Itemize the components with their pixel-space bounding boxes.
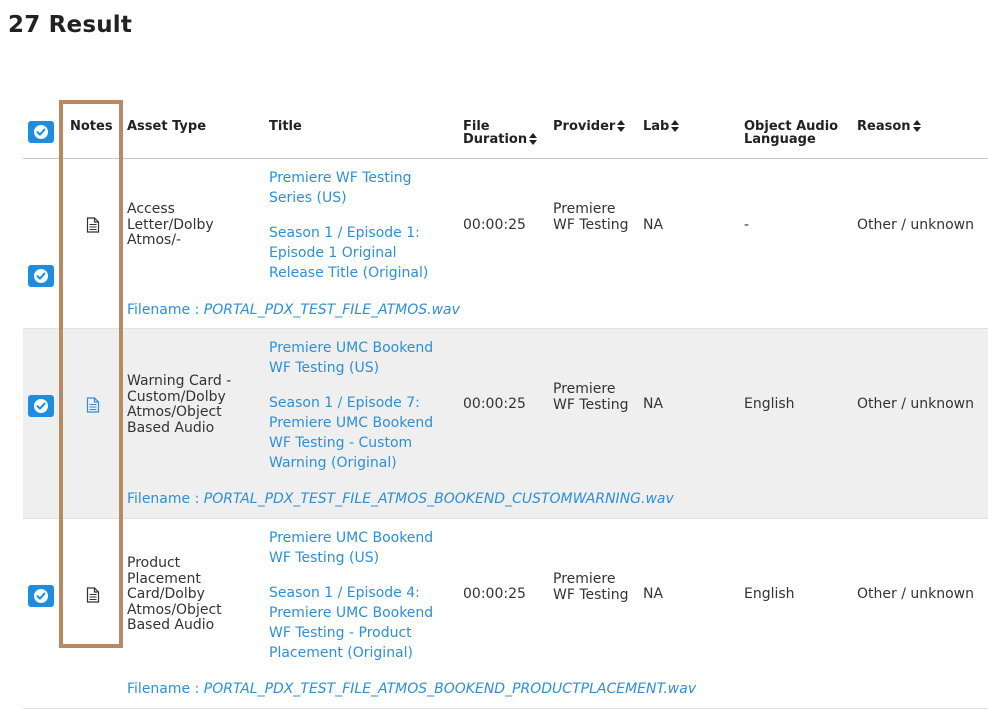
row-checkbox[interactable]: [28, 395, 54, 417]
provider: Premiere WF Testing: [553, 381, 629, 413]
column-header-asset-type: Asset Type: [127, 119, 207, 134]
filename-link[interactable]: PORTAL_PDX_TEST_FILE_ATMOS_BOOKEND_CUSTO…: [204, 491, 674, 507]
title-cell: Premiere WF Testing Series (US) Season 1…: [269, 168, 454, 283]
filename: Filename : PORTAL_PDX_TEST_FILE_ATMOS.wa…: [127, 302, 460, 318]
table-row: Access Letter/Dolby Atmos/- Premiere WF …: [23, 159, 988, 329]
episode-title-link[interactable]: Season 1 / Episode 4: Premiere UMC Booke…: [269, 583, 454, 663]
sort-icon: [671, 120, 680, 132]
table-row: Warning Card - Custom/Dolby Atmos/Object…: [23, 329, 988, 519]
filename-link[interactable]: PORTAL_PDX_TEST_FILE_ATMOS_BOOKEND_PRODU…: [204, 681, 696, 697]
file-duration: 00:00:25: [463, 586, 526, 602]
title-cell: Premiere UMC Bookend WF Testing (US) Sea…: [269, 338, 454, 473]
file-duration: 00:00:25: [463, 217, 526, 233]
series-title-link[interactable]: Premiere UMC Bookend WF Testing (US): [269, 528, 454, 568]
filename: Filename : PORTAL_PDX_TEST_FILE_ATMOS_BO…: [127, 681, 696, 697]
lab: NA: [643, 396, 664, 412]
object-audio-language: English: [744, 586, 795, 602]
episode-title-link[interactable]: Season 1 / Episode 7: Premiere UMC Booke…: [269, 393, 454, 473]
filename-link[interactable]: PORTAL_PDX_TEST_FILE_ATMOS.wav: [204, 302, 460, 318]
asset-type: Access Letter/Dolby Atmos/-: [127, 201, 214, 248]
table-header: Notes Asset Type Title File Duration Pro…: [23, 108, 988, 159]
column-header-title: Title: [269, 119, 302, 134]
column-header-provider-label: Provider: [553, 119, 616, 134]
check-circle-icon: [34, 269, 48, 283]
column-header-file-duration[interactable]: File Duration: [463, 120, 538, 147]
series-title-link[interactable]: Premiere WF Testing Series (US): [269, 168, 454, 208]
asset-type: Warning Card - Custom/Dolby Atmos/Object…: [127, 373, 232, 436]
column-header-reason-label: Reason: [857, 119, 911, 134]
results-table: Notes Asset Type Title File Duration Pro…: [23, 108, 988, 709]
check-circle-icon: [34, 399, 48, 413]
row-checkbox[interactable]: [28, 265, 54, 287]
column-header-lab-label: Lab: [643, 119, 670, 134]
sort-icon: [617, 120, 626, 132]
provider: Premiere WF Testing: [553, 201, 629, 233]
episode-title-link[interactable]: Season 1 / Episode 1: Episode 1 Original…: [269, 223, 454, 283]
lab: NA: [643, 217, 664, 233]
asset-type: Product Placement Card/Dolby Atmos/Objec…: [127, 555, 222, 633]
column-header-file-duration-line2: Duration: [463, 132, 528, 147]
filename: Filename : PORTAL_PDX_TEST_FILE_ATMOS_BO…: [127, 491, 674, 507]
reason: Other / unknown: [857, 217, 974, 233]
sort-icon: [529, 133, 538, 145]
column-header-oal-line2: Language: [744, 132, 816, 147]
column-header-lab[interactable]: Lab: [643, 119, 680, 134]
filename-label: Filename :: [127, 681, 200, 697]
object-audio-language: English: [744, 396, 795, 412]
sort-icon: [912, 120, 921, 132]
provider: Premiere WF Testing: [553, 571, 629, 603]
title-cell: Premiere UMC Bookend WF Testing (US) Sea…: [269, 528, 454, 663]
select-all-checkbox[interactable]: [28, 121, 54, 143]
column-header-provider[interactable]: Provider: [553, 119, 626, 134]
column-header-reason[interactable]: Reason: [857, 120, 921, 133]
reason: Other / unknown: [857, 586, 974, 602]
filename-label: Filename :: [127, 491, 200, 507]
note-document-icon[interactable]: [86, 587, 100, 603]
table-row: Product Placement Card/Dolby Atmos/Objec…: [23, 519, 988, 709]
result-count-title: 27 Result: [8, 12, 133, 38]
reason: Other / unknown: [857, 396, 974, 412]
file-duration: 00:00:25: [463, 396, 526, 412]
row-checkbox[interactable]: [28, 585, 54, 607]
note-document-icon[interactable]: [86, 217, 100, 233]
filename-label: Filename :: [127, 302, 200, 318]
column-header-object-audio-language: Object Audio Language: [744, 120, 838, 146]
lab: NA: [643, 586, 664, 602]
check-circle-icon: [34, 589, 48, 603]
object-audio-language: -: [744, 217, 750, 233]
series-title-link[interactable]: Premiere UMC Bookend WF Testing (US): [269, 338, 454, 378]
column-header-notes: Notes: [70, 119, 113, 134]
check-circle-icon: [34, 125, 48, 139]
note-document-icon[interactable]: [86, 397, 100, 413]
